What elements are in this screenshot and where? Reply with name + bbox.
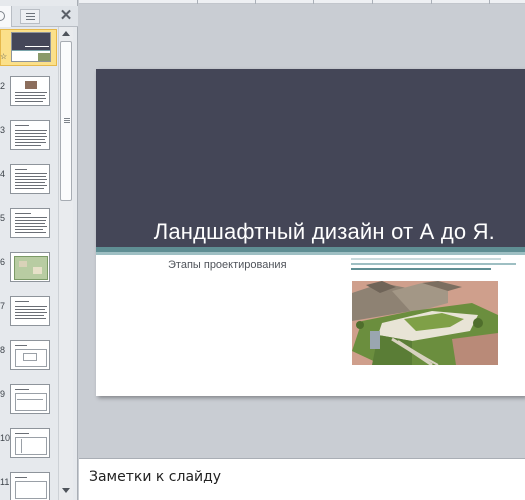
decor-stripe (351, 268, 491, 270)
scrollbar-thumb[interactable] (60, 41, 72, 201)
slide-thumbnail-row[interactable]: 11 (0, 468, 57, 500)
slide-number: 4 (0, 169, 6, 179)
slide-number: 6 (0, 257, 6, 267)
slide-number: 11 (0, 477, 10, 487)
scroll-up-icon[interactable] (62, 31, 70, 36)
slide-number: 7 (0, 301, 6, 311)
notes-pane[interactable]: Заметки к слайду (79, 458, 525, 500)
decor-stripe (351, 258, 501, 260)
tab-slides[interactable] (0, 6, 12, 27)
slide-thumbnail[interactable] (10, 76, 50, 106)
scroll-down-icon[interactable] (62, 488, 70, 493)
powerpoint-window: ✕ ☆ 2 3 4 5 6 7 8 9 10 11 Ландшафтный ди… (0, 0, 525, 500)
slide-thumbnail-row[interactable]: 7 (0, 292, 57, 332)
slide-number: 8 (0, 345, 6, 355)
notes-placeholder[interactable]: Заметки к слайду (89, 469, 221, 485)
slide-thumbnail-row[interactable]: 4 (0, 160, 57, 200)
close-panel-button[interactable]: ✕ (58, 7, 74, 25)
slide-thumbnail[interactable] (10, 340, 50, 370)
ruler-strip (79, 0, 525, 4)
slide-thumbnail[interactable] (10, 120, 50, 150)
accent-band-light (96, 252, 525, 255)
slide-number: 3 (0, 125, 6, 135)
slide-thumbnail[interactable] (10, 252, 50, 282)
slide-number: 10 (0, 433, 11, 443)
slide-thumbnail-row[interactable]: 6 (0, 248, 57, 288)
slide-thumbnail-row[interactable]: 9 (0, 380, 57, 420)
slide-thumbnail[interactable] (10, 164, 50, 194)
slide-thumbnail[interactable] (10, 472, 50, 500)
tab-outline[interactable] (20, 9, 40, 24)
slide-number: 5 (0, 213, 6, 223)
slide-thumbnail[interactable] (11, 32, 51, 62)
slide-thumbnail[interactable] (10, 428, 50, 458)
current-slide[interactable]: Ландшафтный дизайн от А до Я. Этапы прое… (96, 69, 525, 396)
slide-thumbnail-row[interactable]: ☆ (0, 29, 57, 66)
decor-stripe (351, 263, 516, 265)
slide-thumbnail-row[interactable]: 10 (0, 424, 57, 464)
star-icon: ☆ (0, 52, 8, 61)
slide-editing-area: Ландшафтный дизайн от А до Я. Этапы прое… (79, 5, 525, 457)
slide-thumbnail[interactable] (10, 208, 50, 238)
slide-thumbnail[interactable] (10, 296, 50, 326)
slide-thumbnail-row[interactable]: 3 (0, 116, 57, 156)
slides-tab-icon (0, 11, 5, 21)
thumbnail-scrollbar[interactable] (58, 27, 73, 500)
slide-title[interactable]: Ландшафтный дизайн от А до Я. (96, 219, 525, 245)
slides-panel: ✕ ☆ 2 3 4 5 6 7 8 9 10 11 (0, 0, 78, 500)
slide-number: 9 (0, 389, 6, 399)
landscape-design-image[interactable] (352, 281, 498, 365)
slide-thumbnail-row[interactable]: 8 (0, 336, 57, 376)
panel-tabbar: ✕ (0, 6, 78, 27)
slide-subtitle[interactable]: Этапы проектирования (168, 259, 287, 271)
slide-thumbnail-row[interactable]: 2 (0, 72, 57, 112)
slide-thumbnail-row[interactable]: 5 (0, 204, 57, 244)
slide-number: 2 (0, 81, 6, 91)
slide-thumbnail[interactable] (10, 384, 50, 414)
slide-thumbnail-list: ☆ 2 3 4 5 6 7 8 9 10 11 (0, 27, 57, 500)
